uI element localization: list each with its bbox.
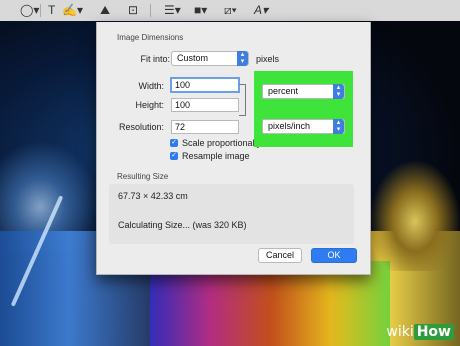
chevron-updown-icon: ▴ ▾ bbox=[333, 84, 344, 99]
resolution-unit-select[interactable]: pixels/inch ▴ ▾ bbox=[262, 119, 345, 134]
resample-checkbox[interactable]: ✓ bbox=[170, 152, 178, 160]
watermark-wiki: wiki bbox=[386, 324, 414, 340]
scale-label: Scale proportionally bbox=[182, 138, 262, 148]
width-label: Width: bbox=[138, 81, 164, 91]
toolbar: ◯▾ T ✍▾ ⛰ ⊡ ☰▾ ■▾ ⧄▾ A▾ bbox=[0, 0, 460, 22]
lit-tree bbox=[370, 161, 460, 271]
resulting-size-title: Resulting Size bbox=[117, 172, 169, 181]
width-field[interactable]: 100 bbox=[170, 77, 240, 93]
link-bracket bbox=[239, 84, 246, 116]
fit-into-select[interactable]: Custom ▴ ▾ bbox=[171, 51, 249, 66]
resample-label: Resample image bbox=[182, 151, 250, 161]
dialog-title: Image Dimensions bbox=[117, 33, 184, 42]
chevron-updown-icon: ▴ ▾ bbox=[333, 119, 344, 134]
scale-checkbox[interactable]: ✓ bbox=[170, 139, 178, 147]
fit-into-value: Custom bbox=[177, 53, 209, 63]
highlight-box: percent ▴ ▾ pixels/inch ▴ ▾ bbox=[254, 71, 353, 147]
resulting-size-panel: 67.73 × 42.33 cm Calculating Size... (wa… bbox=[109, 184, 354, 244]
fit-into-label: Fit into: bbox=[140, 54, 170, 64]
resolution-label: Resolution: bbox=[118, 122, 164, 132]
resolution-field[interactable]: 72 bbox=[171, 120, 239, 134]
text-icon[interactable]: T bbox=[48, 3, 55, 18]
chevron-updown-icon: ▴ ▾ bbox=[237, 51, 248, 66]
fit-into-unit: pixels bbox=[256, 54, 280, 64]
toolbar-divider bbox=[150, 4, 151, 17]
text-style-icon[interactable]: A▾ bbox=[254, 3, 268, 18]
border-color-icon[interactable]: ■▾ bbox=[194, 3, 207, 18]
resulting-dimensions: 67.73 × 42.33 cm bbox=[118, 191, 188, 201]
fill-color-icon[interactable]: ⧄▾ bbox=[224, 3, 237, 18]
resulting-calc: Calculating Size... (was 320 KB) bbox=[118, 220, 247, 230]
ok-button[interactable]: OK bbox=[311, 248, 357, 263]
toolbar-divider bbox=[40, 4, 41, 17]
cancel-button[interactable]: Cancel bbox=[258, 248, 302, 263]
size-unit-value: percent bbox=[268, 86, 299, 96]
height-field[interactable]: 100 bbox=[171, 98, 239, 112]
crop-icon[interactable]: ⊡ bbox=[128, 3, 138, 18]
sign-icon[interactable]: ✍▾ bbox=[62, 3, 83, 18]
shapes-icon[interactable]: ◯▾ bbox=[20, 3, 39, 18]
adjust-color-icon[interactable]: ⛰ bbox=[100, 3, 110, 18]
size-unit-select[interactable]: percent ▴ ▾ bbox=[262, 84, 345, 99]
image-dimensions-dialog: Image Dimensions Fit into: Custom ▴ ▾ pix… bbox=[96, 22, 371, 275]
height-label: Height: bbox=[135, 100, 164, 110]
resolution-unit-value: pixels/inch bbox=[268, 121, 311, 131]
wikihow-logo: wiki How bbox=[386, 324, 454, 340]
watermark-how: How bbox=[413, 324, 454, 340]
line-style-icon[interactable]: ☰▾ bbox=[164, 3, 181, 18]
